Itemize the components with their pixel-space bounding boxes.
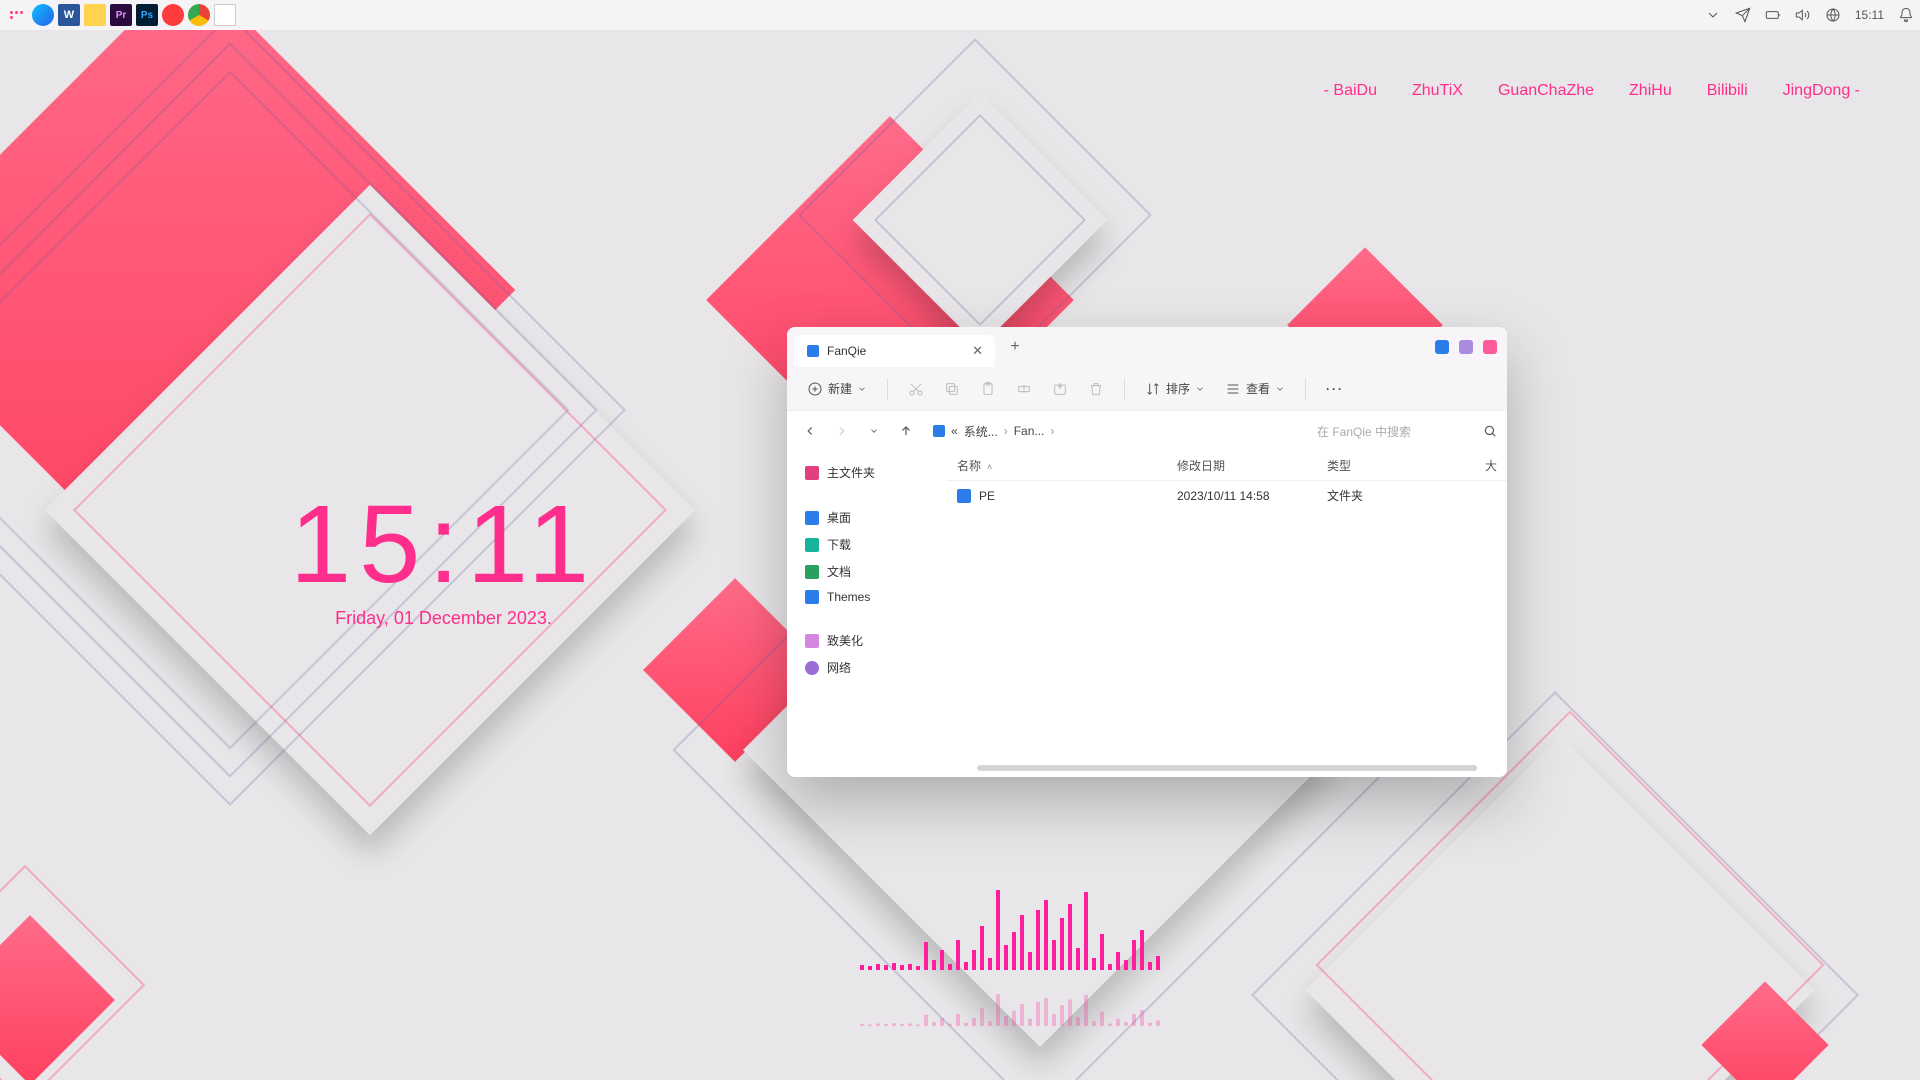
- taskbar: W Pr Ps 15:11: [0, 0, 1920, 30]
- weblink[interactable]: - BaiDu: [1324, 82, 1377, 100]
- tab-title: FanQie: [827, 344, 866, 358]
- col-name[interactable]: 名称˄: [957, 457, 1177, 474]
- app-icon-word[interactable]: W: [58, 4, 80, 26]
- file-row[interactable]: PE 2023/10/11 14:58 文件夹: [947, 481, 1507, 510]
- clock-date: Friday, 01 December 2023.: [290, 608, 597, 629]
- desktop-clock-widget: 15:11 Friday, 01 December 2023.: [290, 490, 597, 629]
- col-size[interactable]: 大: [1407, 457, 1497, 474]
- tray-volume-icon[interactable]: [1795, 7, 1811, 23]
- view-button[interactable]: 查看: [1219, 376, 1291, 401]
- folder-icon: [807, 345, 819, 357]
- breadcrumb[interactable]: « 系统... › Fan... ›: [925, 423, 1311, 440]
- chevron-right-icon: ›: [1004, 424, 1008, 438]
- tray-clock[interactable]: 15:11: [1855, 8, 1884, 22]
- col-type[interactable]: 类型: [1327, 457, 1407, 474]
- desktop-icon: [805, 511, 819, 525]
- app-icon-explorer[interactable]: [84, 4, 106, 26]
- app-icon-pr[interactable]: Pr: [110, 4, 132, 26]
- drive-icon: [933, 425, 945, 437]
- weblink[interactable]: JingDong -: [1783, 82, 1860, 100]
- delete-button[interactable]: [1082, 377, 1110, 401]
- sidebar-item-desktop[interactable]: 桌面: [791, 504, 943, 531]
- col-date[interactable]: 修改日期: [1177, 457, 1327, 474]
- tray-network-icon[interactable]: [1825, 7, 1841, 23]
- search-input[interactable]: 在 FanQie 中搜索: [1317, 423, 1497, 440]
- tray-battery-icon[interactable]: [1765, 7, 1781, 23]
- home-icon: [805, 466, 819, 480]
- start-button[interactable]: [6, 4, 28, 26]
- minimize-button[interactable]: [1435, 340, 1449, 354]
- nav-forward-button[interactable]: [829, 418, 855, 444]
- explorer-content: 名称˄ 修改日期 类型 大 PE 2023/10/11 14:58 文件夹: [947, 451, 1507, 777]
- crumb[interactable]: Fan...: [1014, 424, 1045, 438]
- audio-visualizer: [860, 880, 1160, 970]
- clock-time: 15:11: [290, 490, 597, 600]
- sort-button[interactable]: 排序: [1139, 376, 1211, 401]
- sidebar-item-documents[interactable]: 文档: [791, 558, 943, 585]
- folder-icon: [805, 590, 819, 604]
- file-explorer-window: FanQie ✕ + 新建 排序 查看: [787, 327, 1507, 777]
- nav-recent-button[interactable]: [861, 418, 887, 444]
- sidebar-item-themes[interactable]: Themes: [791, 585, 943, 609]
- horizontal-scrollbar[interactable]: [977, 765, 1477, 771]
- paste-button[interactable]: [974, 377, 1002, 401]
- close-button[interactable]: [1483, 340, 1497, 354]
- cut-button[interactable]: [902, 377, 930, 401]
- explorer-nav-row: « 系统... › Fan... › 在 FanQie 中搜索: [787, 411, 1507, 451]
- new-button[interactable]: 新建: [801, 376, 873, 401]
- folder-icon: [957, 489, 971, 503]
- sidebar-item-home[interactable]: 主文件夹: [791, 459, 943, 486]
- new-tab-button[interactable]: +: [1001, 333, 1029, 361]
- tray-send-icon[interactable]: [1735, 7, 1751, 23]
- copy-button[interactable]: [938, 377, 966, 401]
- sidebar-item-zhimeihua[interactable]: 致美化: [791, 627, 943, 654]
- app-icon-ps[interactable]: Ps: [136, 4, 158, 26]
- tray-notifications-icon[interactable]: [1898, 7, 1914, 23]
- nav-back-button[interactable]: [797, 418, 823, 444]
- weblink[interactable]: GuanChaZhe: [1498, 82, 1594, 100]
- app-icon-chrome[interactable]: [188, 4, 210, 26]
- app-icon-music[interactable]: [162, 4, 184, 26]
- weblink[interactable]: ZhuTiX: [1412, 82, 1463, 100]
- explorer-tab[interactable]: FanQie ✕: [795, 335, 995, 367]
- weblink[interactable]: ZhiHu: [1629, 82, 1672, 100]
- app-icon-edge[interactable]: [32, 4, 54, 26]
- crumb[interactable]: 系统...: [964, 423, 998, 440]
- sort-asc-icon: ˄: [987, 462, 992, 472]
- chevron-right-icon: ›: [1050, 424, 1054, 438]
- folder-icon: [805, 634, 819, 648]
- desktop-web-links: - BaiDu ZhuTiX GuanChaZhe ZhiHu Bilibili…: [1324, 82, 1860, 100]
- nav-up-button[interactable]: [893, 418, 919, 444]
- sidebar-item-network[interactable]: 网络: [791, 654, 943, 681]
- share-button[interactable]: [1046, 377, 1074, 401]
- app-icon-generic[interactable]: [214, 4, 236, 26]
- column-headers: 名称˄ 修改日期 类型 大: [947, 451, 1507, 481]
- maximize-button[interactable]: [1459, 340, 1473, 354]
- tab-close-icon[interactable]: ✕: [972, 343, 983, 359]
- rename-button[interactable]: [1010, 377, 1038, 401]
- weblink[interactable]: Bilibili: [1707, 82, 1748, 100]
- network-icon: [805, 661, 819, 675]
- explorer-toolbar: 新建 排序 查看 ···: [787, 367, 1507, 411]
- tray-chevron-icon[interactable]: [1705, 7, 1721, 23]
- window-title-bar[interactable]: FanQie ✕ +: [787, 327, 1507, 367]
- explorer-sidebar: 主文件夹 桌面 下载 文档 Themes 致美化 网络: [787, 451, 947, 777]
- search-icon: [1483, 424, 1497, 438]
- documents-icon: [805, 565, 819, 579]
- more-button[interactable]: ···: [1320, 378, 1350, 400]
- downloads-icon: [805, 538, 819, 552]
- sidebar-item-downloads[interactable]: 下载: [791, 531, 943, 558]
